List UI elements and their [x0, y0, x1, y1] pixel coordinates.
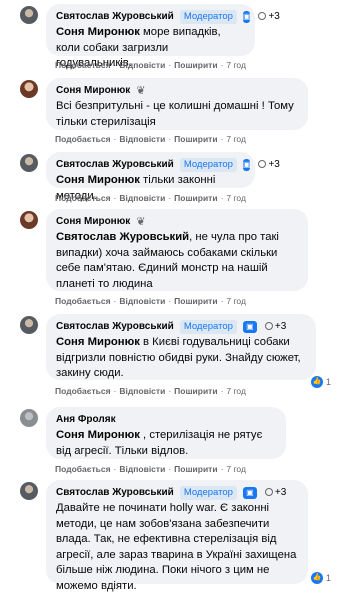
new-member-icon: ❦ — [136, 216, 146, 228]
timestamp[interactable]: 7 год — [226, 386, 246, 396]
share-link[interactable]: Поширити — [174, 60, 217, 70]
new-member-icon: ❦ — [136, 85, 146, 97]
like-count: 1 — [325, 573, 331, 583]
timestamp[interactable]: 7 год — [226, 193, 246, 203]
badges-more[interactable]: +3 — [258, 159, 280, 170]
comment-text: Соня Миронюк в Києві годувальниці собаки… — [56, 335, 306, 382]
avatar[interactable] — [20, 482, 38, 500]
author-name[interactable]: Соня Миронюк — [56, 216, 130, 227]
share-link[interactable]: Поширити — [174, 134, 217, 144]
like-link[interactable]: Подобається — [55, 60, 111, 70]
comment-text: Соня Миронюк , стерилізація не рятує від… — [56, 428, 276, 459]
comment-actions: Подобається · Відповісти · Поширити · 7 год — [55, 296, 246, 306]
like-link[interactable]: Подобається — [55, 386, 111, 396]
like-link[interactable]: Подобається — [55, 134, 111, 144]
timestamp[interactable]: 7 год — [226, 464, 246, 474]
badges-more[interactable]: +3 — [258, 11, 280, 22]
comment-body: Всі безпритульні - це колишні домашні ! … — [56, 100, 294, 128]
reply-link[interactable]: Відповісти — [119, 134, 165, 144]
timestamp[interactable]: 7 год — [226, 296, 246, 306]
reply-link[interactable]: Відповісти — [119, 386, 165, 396]
badge-icon: ▣ — [242, 158, 251, 171]
avatar[interactable] — [20, 154, 38, 172]
mention[interactable]: Соня Миронюк — [56, 174, 140, 186]
share-link[interactable]: Поширити — [174, 193, 217, 203]
comment-text: Святослав Журовський, не чула про такі в… — [56, 230, 298, 292]
comment-actions: Подобається · Відповісти · Поширити · 7 год — [55, 464, 246, 474]
author-name[interactable]: Святослав Журовський — [56, 487, 174, 498]
timestamp[interactable]: 7 год — [226, 60, 246, 70]
badge-circle-icon — [264, 322, 273, 330]
comment-bubble: Святослав Журовський Модератор ▣ +3 Соня… — [46, 152, 280, 202]
like-link[interactable]: Подобається — [55, 464, 111, 474]
author-name[interactable]: Соня Миронюк — [56, 85, 130, 96]
badge-icon: ▣ — [242, 486, 257, 499]
badges-count: +3 — [274, 321, 287, 332]
avatar[interactable] — [20, 316, 38, 334]
like-count: 1 — [325, 377, 331, 387]
mention[interactable]: Соня Миронюк — [56, 336, 140, 348]
reply-link[interactable]: Відповісти — [119, 464, 165, 474]
author-name[interactable]: Святослав Журовський — [56, 159, 174, 170]
moderator-badge: Модератор — [179, 157, 237, 172]
author-name[interactable]: Аня Фроляк — [56, 414, 116, 425]
comment-text: Всі безпритульні - це колишні домашні ! … — [56, 99, 298, 130]
badges-count: +3 — [274, 487, 287, 498]
thumbs-up-icon: 👍 — [310, 572, 323, 584]
comment-bubble: Аня Фроляк Соня Миронюк , стерилізація н… — [46, 407, 286, 459]
badges-more[interactable]: +3 — [264, 487, 287, 498]
comment-bubble: Соня Миронюк ❦ Всі безпритульні - це кол… — [46, 78, 308, 130]
badge-circle-icon — [258, 160, 267, 168]
timestamp[interactable]: 7 год — [226, 134, 246, 144]
comment-bubble: Святослав Журовський Модератор ▣ +3 Соня… — [46, 4, 280, 69]
comment-actions: Подобається · Відповісти · Поширити · 7 год — [55, 193, 246, 203]
avatar[interactable] — [20, 409, 38, 427]
comment-actions: Подобається · Відповісти · Поширити · 7 год — [55, 134, 246, 144]
moderator-badge: Модератор — [179, 9, 237, 24]
comment-body: Давайте не починати holly war. Є законні… — [56, 502, 297, 592]
badge-circle-icon — [264, 488, 273, 496]
reaction-count[interactable]: 👍 1 — [310, 376, 331, 388]
badge-circle-icon — [258, 12, 267, 20]
avatar[interactable] — [20, 6, 38, 24]
share-link[interactable]: Поширити — [174, 296, 217, 306]
share-link[interactable]: Поширити — [174, 464, 217, 474]
mention[interactable]: Соня Миронюк — [56, 429, 140, 441]
comment-bubble: Соня Миронюк ❦ Святослав Журовський, не … — [46, 209, 308, 291]
mention[interactable]: Святослав Журовський — [56, 231, 189, 243]
comment-thread: Святослав Журовський Модератор ▣ +3 Соня… — [0, 0, 339, 592]
badges-count: +3 — [268, 159, 280, 170]
comment-bubble: Святослав Журовський Модератор ▣ +3 Дава… — [46, 480, 308, 592]
thumbs-up-icon: 👍 — [310, 376, 323, 388]
comment-actions: Подобається · Відповісти · Поширити · 7 год — [55, 60, 246, 70]
badge-icon: ▣ — [242, 320, 257, 333]
like-link[interactable]: Подобається — [55, 193, 111, 203]
moderator-badge: Модератор — [179, 485, 237, 500]
badges-more[interactable]: +3 — [264, 321, 287, 332]
avatar[interactable] — [20, 211, 38, 229]
comment-actions: Подобається · Відповісти · Поширити · 7 год — [55, 386, 246, 396]
comment-text: Давайте не починати holly war. Є законні… — [56, 501, 298, 594]
like-link[interactable]: Подобається — [55, 296, 111, 306]
avatar[interactable] — [20, 80, 38, 98]
reply-link[interactable]: Відповісти — [119, 193, 165, 203]
comment-bubble: Святослав Журовський Модератор ▣ +3 Соня… — [46, 314, 316, 380]
author-name[interactable]: Святослав Журовський — [56, 321, 174, 332]
author-name[interactable]: Святослав Журовський — [56, 11, 174, 22]
moderator-badge: Модератор — [179, 319, 237, 334]
mention[interactable]: Соня Миронюк — [56, 26, 140, 38]
share-link[interactable]: Поширити — [174, 386, 217, 396]
reaction-count[interactable]: 👍 1 — [310, 572, 331, 584]
badges-count: +3 — [268, 11, 280, 22]
reply-link[interactable]: Відповісти — [119, 296, 165, 306]
reply-link[interactable]: Відповісти — [119, 60, 165, 70]
badge-icon: ▣ — [242, 10, 251, 23]
